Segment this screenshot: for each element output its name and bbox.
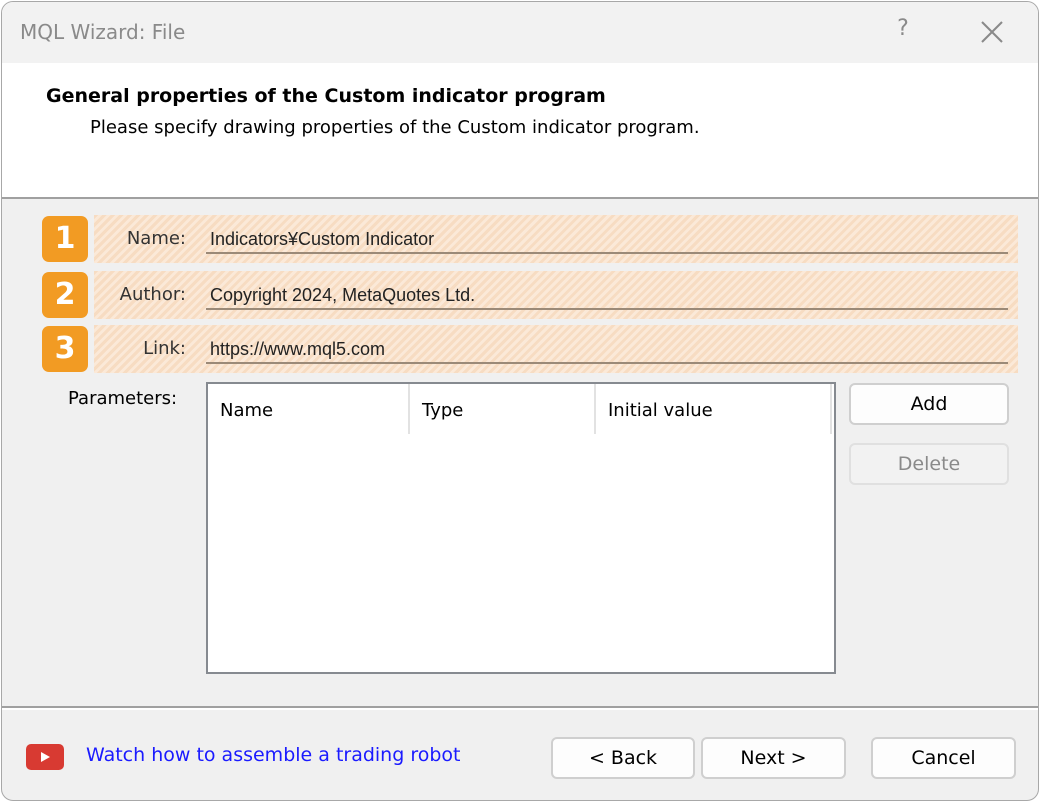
name-label: Name: xyxy=(126,228,186,249)
wizard-dialog: MQL Wizard: File ? General properties of… xyxy=(1,1,1039,801)
column-header-initial-value[interactable]: Initial value xyxy=(596,384,832,434)
next-button[interactable]: Next > xyxy=(701,737,846,779)
link-row: Link: xyxy=(94,325,1018,373)
author-input[interactable] xyxy=(206,276,1008,310)
close-icon xyxy=(981,21,1003,43)
video-tutorial-link[interactable]: Watch how to assemble a trading robot xyxy=(86,744,460,766)
back-button[interactable]: < Back xyxy=(551,737,695,779)
parameters-list[interactable]: Name Type Initial value xyxy=(206,382,836,674)
name-input[interactable] xyxy=(206,220,1008,254)
cancel-button[interactable]: Cancel xyxy=(871,737,1016,779)
title-bar: MQL Wizard: File ? xyxy=(2,2,1038,63)
link-label: Link: xyxy=(143,338,186,359)
column-header-name[interactable]: Name xyxy=(208,384,410,434)
parameters-label: Parameters: xyxy=(68,388,178,409)
author-row: Author: xyxy=(94,271,1018,319)
add-button[interactable]: Add xyxy=(849,383,1009,425)
footer-divider xyxy=(2,706,1038,710)
name-row: Name: xyxy=(94,215,1018,263)
close-button[interactable] xyxy=(974,16,1010,48)
youtube-play-icon[interactable] xyxy=(26,744,64,770)
link-input[interactable] xyxy=(206,330,1008,364)
column-header-type[interactable]: Type xyxy=(410,384,596,434)
page-title: General properties of the Custom indicat… xyxy=(46,85,606,107)
step-badge-1: 1 xyxy=(42,216,88,262)
author-label: Author: xyxy=(119,284,186,305)
page-subtitle: Please specify drawing properties of the… xyxy=(90,117,700,138)
help-button[interactable]: ? xyxy=(890,16,916,48)
step-badge-2: 2 xyxy=(42,272,88,318)
delete-button[interactable]: Delete xyxy=(849,443,1009,485)
step-badge-3: 3 xyxy=(42,326,88,372)
window-title: MQL Wizard: File xyxy=(20,20,186,44)
wizard-header: General properties of the Custom indicat… xyxy=(2,63,1038,199)
